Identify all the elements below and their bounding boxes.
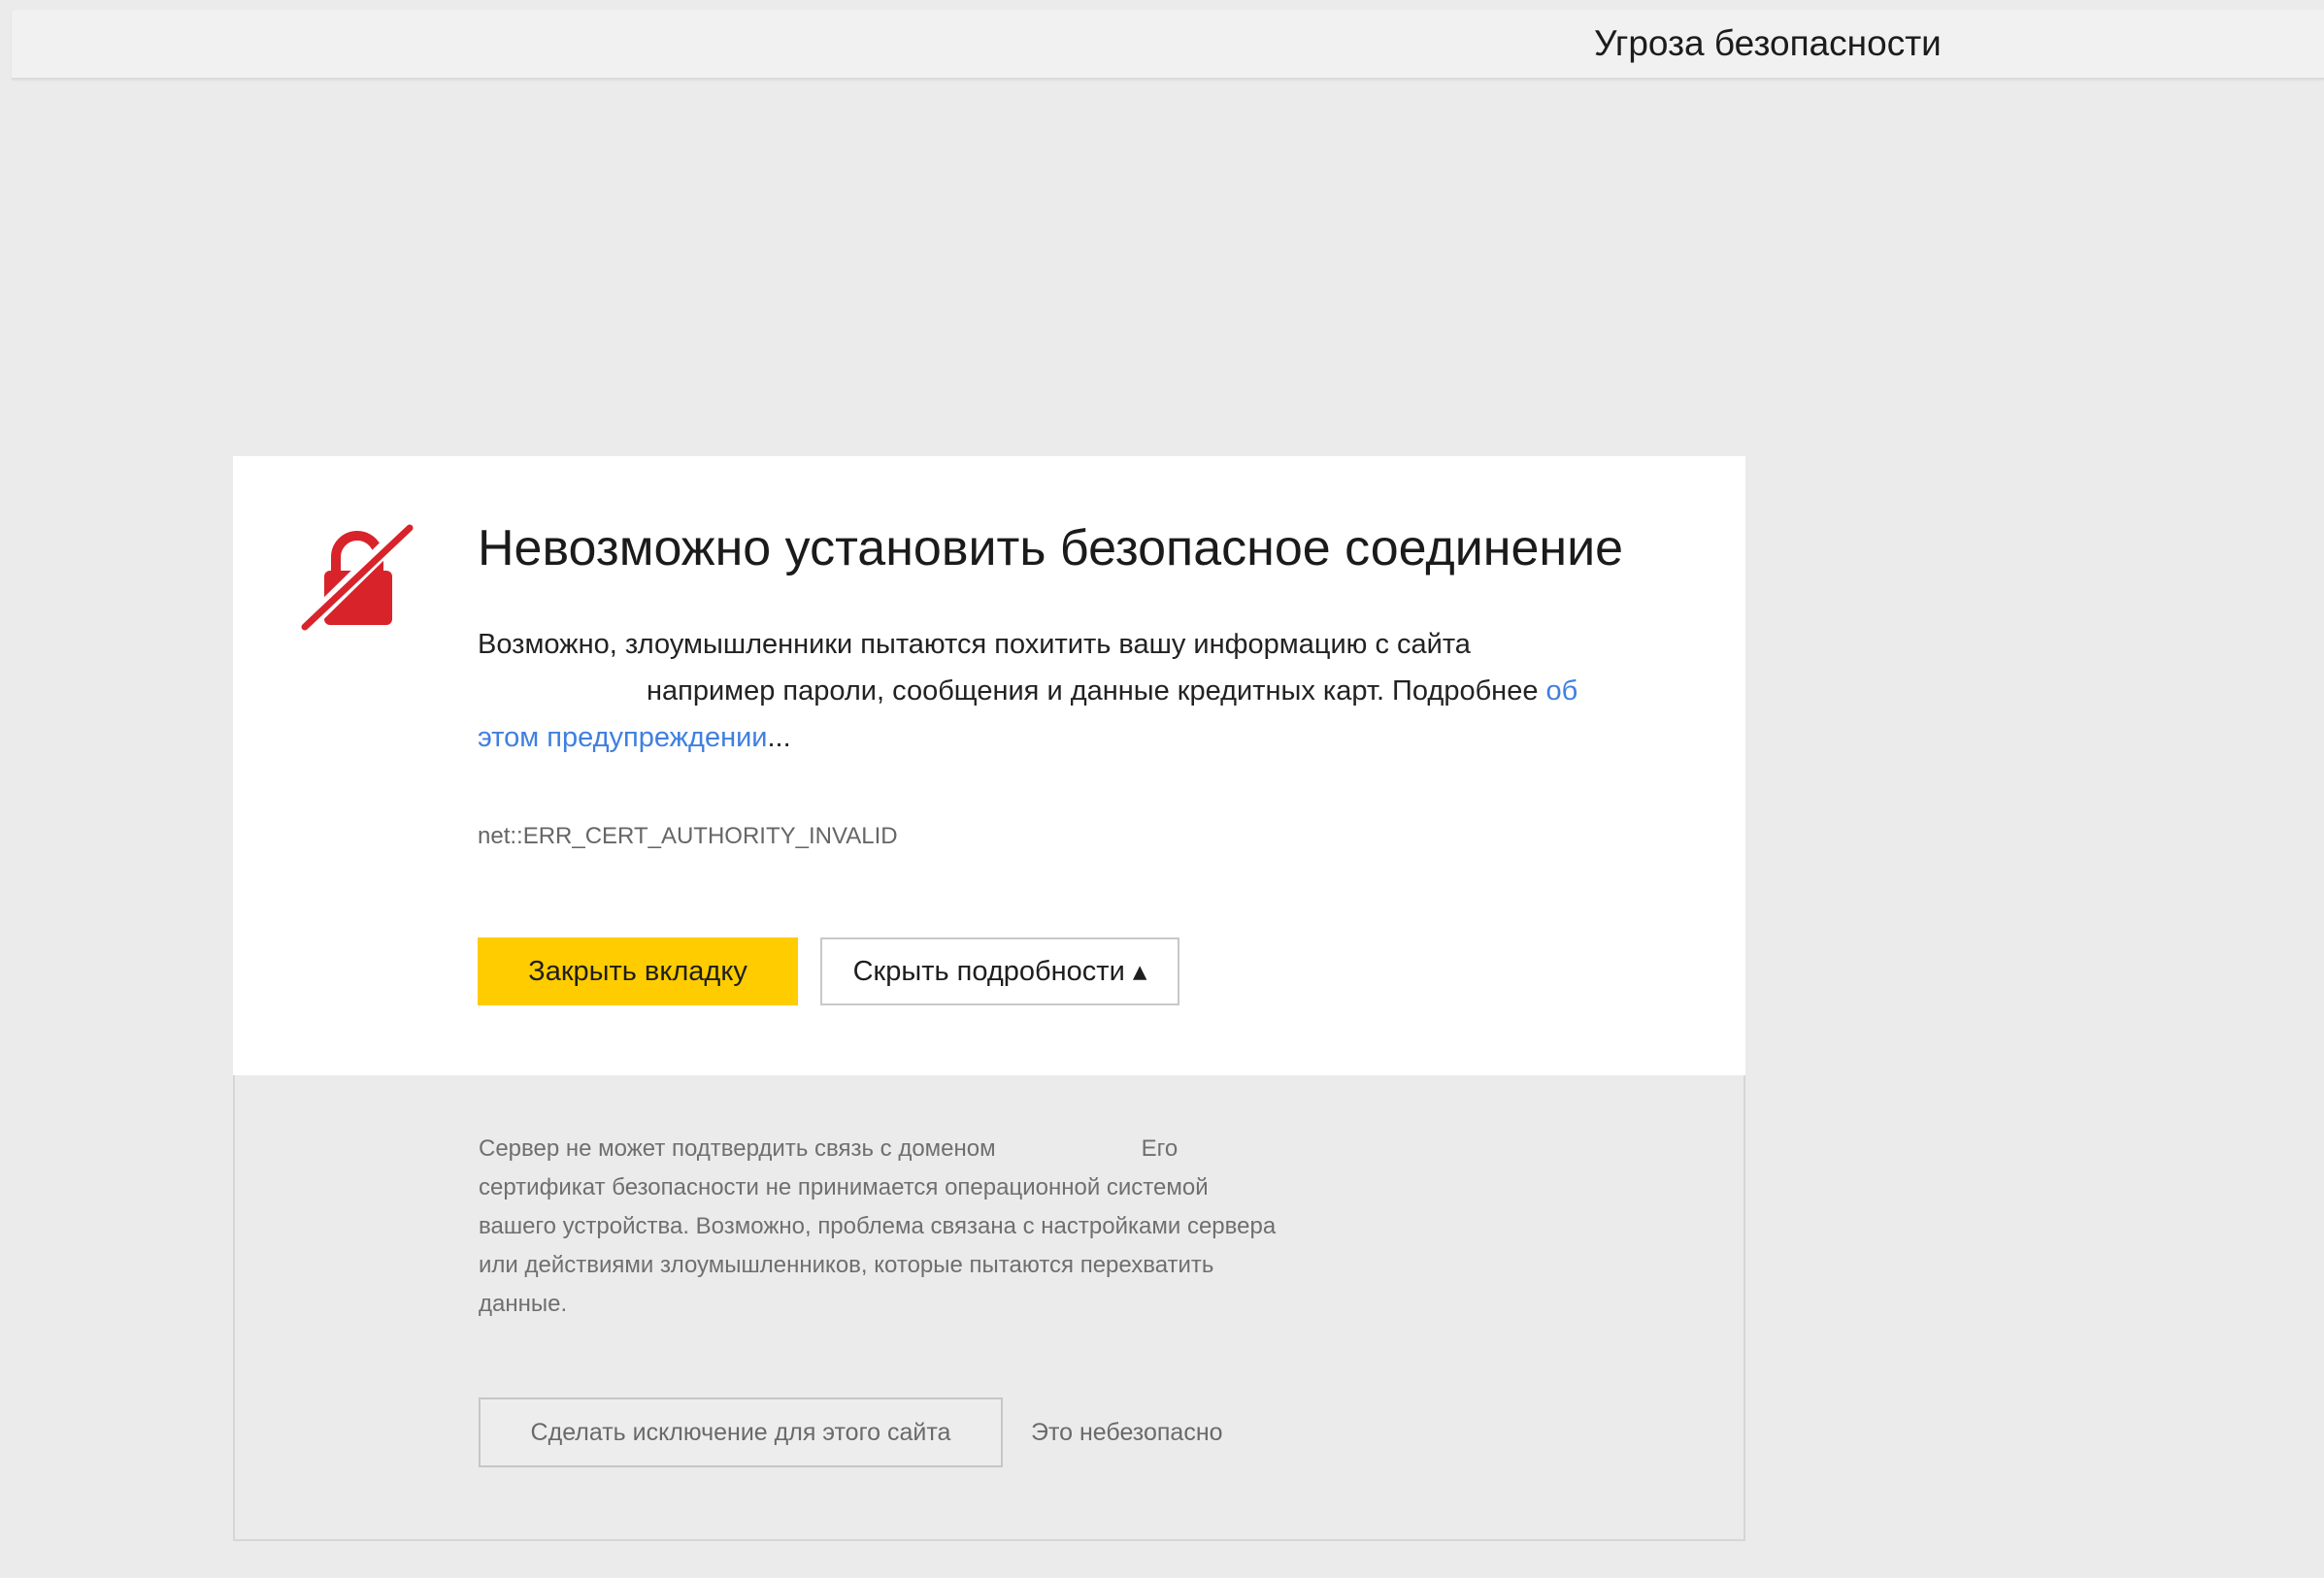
details-line-3: вашего устройства. Возможно, проблема св… bbox=[479, 1213, 1277, 1239]
error-title: Невозможно установить безопасное соедине… bbox=[478, 520, 1624, 576]
details-line-2: сертификат безопасности не принимается о… bbox=[479, 1174, 1209, 1200]
error-description: Возможно, злоумышленники пытаются похити… bbox=[478, 621, 1662, 761]
error-code: net::ERR_CERT_AUTHORITY_INVALID bbox=[478, 823, 898, 849]
unsafe-note: Это небезопасно bbox=[1031, 1419, 1223, 1446]
description-line-3: этом предупреждении... bbox=[478, 714, 1662, 761]
description-line-2-text: например пароли, сообщения и данные кред… bbox=[647, 675, 1539, 707]
description-line-2: например пароли, сообщения и данные кред… bbox=[478, 668, 1662, 714]
details-line-1-start: Сервер не может подтвердить связь с доме… bbox=[479, 1135, 996, 1162]
details-line-4: или действиями злоумышленников, которые … bbox=[479, 1252, 1214, 1278]
close-tab-button[interactable]: Закрыть вкладку bbox=[478, 937, 798, 1005]
add-exception-button[interactable]: Сделать исключение для этого сайта bbox=[479, 1397, 1003, 1467]
learn-more-link-part-2[interactable]: этом предупреждении bbox=[478, 722, 767, 753]
description-line-1: Возможно, злоумышленники пытаются похити… bbox=[478, 629, 1471, 660]
details-line-1: Сервер не может подтвердить связь с доме… bbox=[479, 1130, 1391, 1168]
top-bar: Угроза безопасности bbox=[12, 10, 2324, 80]
details-text: Сервер не может подтвердить связь с доме… bbox=[479, 1130, 1391, 1324]
broken-lock-icon bbox=[299, 522, 414, 635]
learn-more-ellipsis: ... bbox=[767, 722, 791, 753]
learn-more-link-part-1[interactable]: об bbox=[1546, 675, 1578, 707]
page-title-bar: Угроза безопасности bbox=[1594, 23, 1942, 63]
details-line-5: данные. bbox=[479, 1291, 568, 1317]
details-line-1-end: Его bbox=[1141, 1135, 1179, 1162]
hide-details-button[interactable]: Скрыть подробности ▴ bbox=[820, 937, 1179, 1005]
